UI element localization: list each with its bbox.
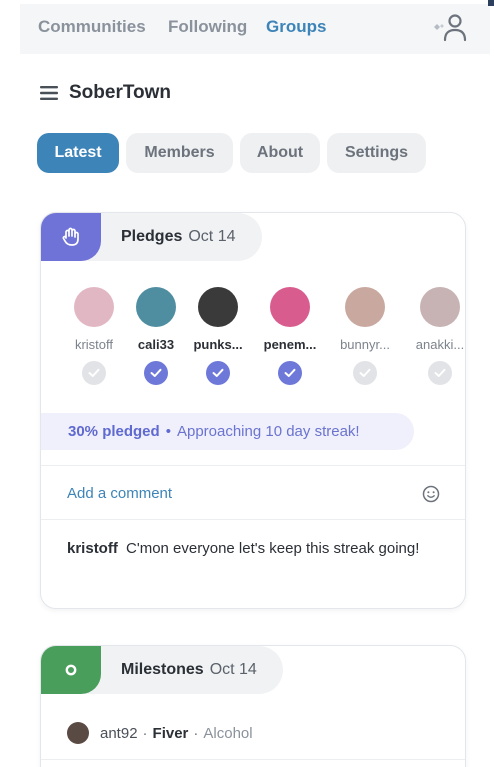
avatar (74, 287, 114, 327)
avatar (198, 287, 238, 327)
window-corner (488, 0, 494, 6)
add-person-icon[interactable] (431, 13, 467, 43)
check-icon (82, 361, 106, 385)
member-cali33[interactable]: cali33 (125, 287, 187, 385)
divider (41, 759, 465, 760)
hamburger-icon[interactable] (40, 86, 58, 100)
member-anakki[interactable]: anakki... (409, 287, 465, 385)
milestones-icon-box (41, 646, 101, 694)
group-title: SoberTown (69, 82, 172, 103)
comment-input[interactable] (67, 485, 367, 502)
tab-about[interactable]: About (240, 133, 320, 173)
check-icon (144, 361, 168, 385)
check-icon (353, 361, 377, 385)
smiley-icon[interactable] (421, 484, 441, 504)
progress-separator: • (165, 423, 171, 440)
member-name: kristoff (74, 337, 114, 352)
avatar (270, 287, 310, 327)
milestone-item[interactable]: ant92 · Fiver · Alcohol (67, 722, 253, 744)
divider (41, 519, 465, 520)
comment-author[interactable]: kristoff (67, 540, 118, 557)
avatar (420, 287, 460, 327)
milestone-user[interactable]: ant92 (100, 725, 138, 742)
ring-icon (65, 664, 77, 676)
check-icon (278, 361, 302, 385)
pledges-icon-box (41, 213, 101, 261)
progress-streak: Approaching 10 day streak! (176, 423, 360, 440)
member-punks[interactable]: punks... (187, 287, 249, 385)
member-kristoff[interactable]: kristoff (63, 287, 125, 385)
check-icon (206, 361, 230, 385)
pledges-badge: Pledges Oct 14 (41, 213, 262, 261)
tab-settings[interactable]: Settings (327, 133, 426, 173)
milestones-title: Milestones (121, 661, 204, 678)
member-bunnyr[interactable]: bunnyr... (334, 287, 396, 385)
nav-communities[interactable]: Communities (38, 17, 146, 37)
progress-percent: 30% pledged (68, 423, 160, 440)
divider (41, 465, 465, 466)
member-name: penem... (263, 337, 317, 352)
milestone-category: Alcohol (203, 724, 253, 742)
separator: · (193, 724, 199, 742)
member-name: cali33 (137, 337, 175, 352)
top-nav: Communities Following Groups (20, 4, 490, 54)
pledges-card: Pledges Oct 14 kristoff cali33 punks... … (40, 212, 466, 609)
tab-latest[interactable]: Latest (37, 133, 119, 173)
comment: kristoff C'mon everyone let's keep this … (67, 537, 437, 561)
group-header: SoberTown (40, 82, 171, 104)
milestones-card: Milestones Oct 14 ant92 · Fiver · Alcoho… (40, 645, 466, 767)
pledges-date: Oct 14 (188, 228, 236, 245)
check-icon (428, 361, 452, 385)
nav-groups[interactable]: Groups (266, 17, 326, 37)
separator: · (142, 724, 148, 742)
member-name: punks... (193, 337, 243, 352)
avatar (67, 722, 89, 744)
milestones-badge: Milestones Oct 14 (41, 646, 283, 694)
milestone-name: Fiver (152, 724, 189, 742)
milestones-date: Oct 14 (209, 661, 257, 678)
pledges-title: Pledges (121, 228, 183, 245)
member-name: anakki... (415, 337, 465, 352)
avatar (136, 287, 176, 327)
tab-members[interactable]: Members (126, 133, 233, 173)
comment-body: C'mon everyone let's keep this streak go… (126, 540, 420, 557)
raised-hand-icon (62, 227, 79, 246)
avatar (345, 287, 385, 327)
pledge-progress: 30% pledged • Approaching 10 day streak! (41, 413, 414, 450)
member-name: bunnyr... (340, 337, 390, 352)
pledges-label: Pledges Oct 14 (79, 213, 262, 261)
nav-following[interactable]: Following (168, 17, 247, 37)
milestones-label: Milestones Oct 14 (79, 646, 283, 694)
member-penem[interactable]: penem... (259, 287, 321, 385)
